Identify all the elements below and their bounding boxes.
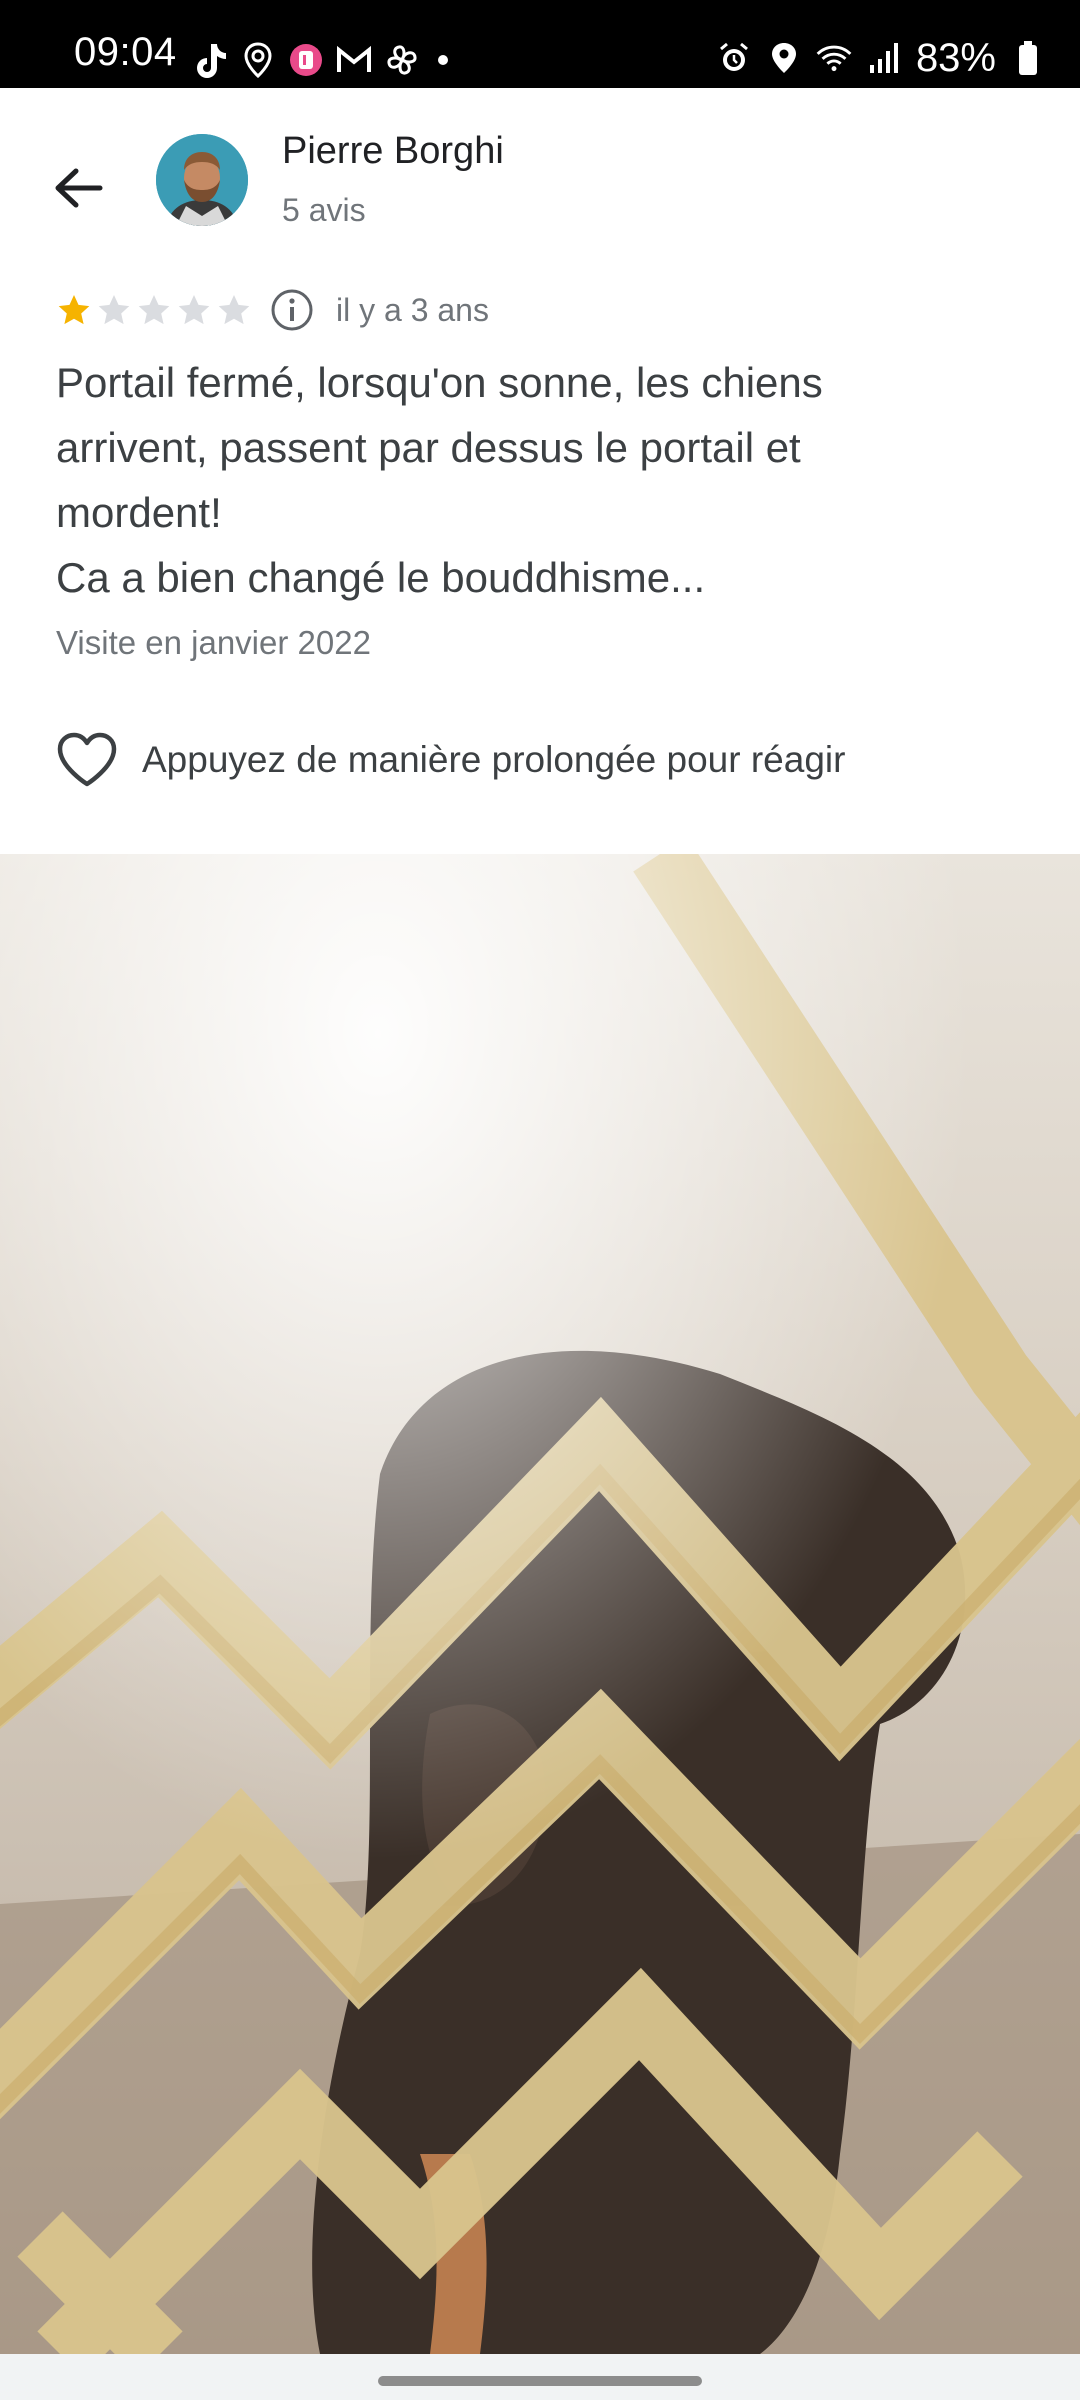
- location-pin-icon: [240, 42, 276, 78]
- fan-icon: [384, 42, 420, 78]
- review-photo[interactable]: [0, 854, 1080, 2354]
- status-time: 09:04: [74, 30, 177, 74]
- dot-icon: [438, 55, 448, 65]
- review-sheet: Pierre Borghi 5 avis il y a 3 ans Portai…: [0, 88, 1080, 854]
- signal-icon: [866, 40, 902, 76]
- home-gesture-handle[interactable]: [378, 2376, 702, 2386]
- heart-icon: [57, 732, 117, 787]
- arrow-back-icon: [55, 168, 103, 208]
- review-text: Portail fermé, lorsqu'on sonne, les chie…: [56, 359, 823, 601]
- status-right-icons: 83%: [716, 36, 1046, 80]
- kiwi-app-icon: [288, 42, 324, 78]
- star-empty-icon: [178, 295, 210, 325]
- rating-row: il y a 3 ans: [56, 288, 489, 332]
- star-rating: [56, 292, 252, 328]
- review-date: il y a 3 ans: [336, 291, 489, 328]
- alarm-icon: [716, 40, 752, 76]
- author-name[interactable]: Pierre Borghi: [282, 130, 504, 173]
- status-left-icons: [192, 38, 448, 82]
- tiktok-icon: [192, 42, 228, 78]
- star-filled-icon: [58, 295, 90, 325]
- react-label: Appuyez de manière prolongée pour réagir: [142, 739, 846, 780]
- gmail-icon: [336, 42, 372, 78]
- author-avatar[interactable]: [156, 134, 248, 226]
- battery-icon: [1010, 40, 1046, 76]
- visit-date: Visite en janvier 2022: [56, 624, 371, 661]
- back-button[interactable]: [40, 150, 116, 226]
- star-empty-icon: [98, 295, 130, 325]
- status-bar: 09:04 83%: [0, 0, 1080, 88]
- author-review-count: 5 avis: [282, 192, 366, 228]
- star-empty-icon: [138, 295, 170, 325]
- wifi-icon: [816, 40, 852, 76]
- react-button[interactable]: Appuyez de manière prolongée pour réagir: [56, 730, 845, 790]
- location-icon: [766, 40, 802, 76]
- system-nav-bar: [0, 2354, 1080, 2400]
- battery-percentage: 83%: [915, 36, 996, 80]
- star-empty-icon: [218, 295, 250, 325]
- info-icon[interactable]: [270, 288, 314, 332]
